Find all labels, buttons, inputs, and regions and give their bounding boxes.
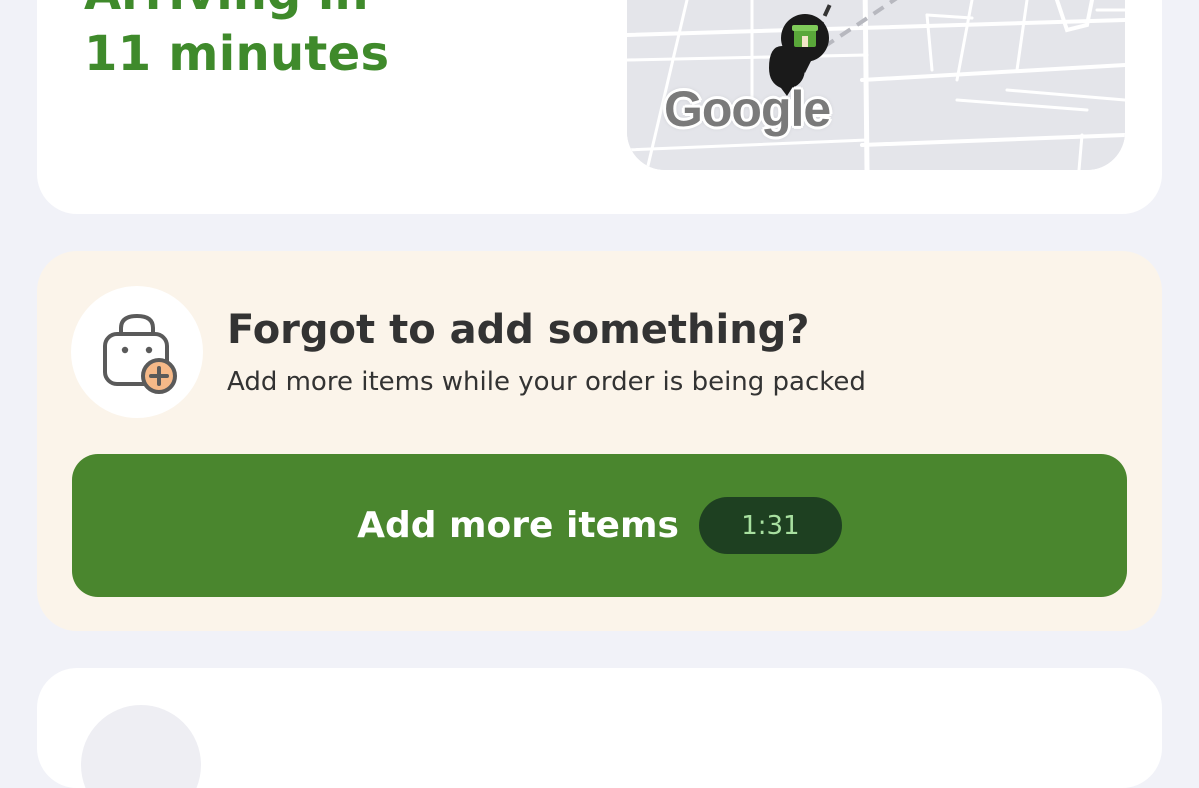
google-logo: Google: [664, 81, 831, 137]
add-items-card: Forgot to add something? Add more items …: [37, 251, 1162, 631]
countdown-timer: 1:31: [698, 497, 842, 554]
bag-plus-icon: [103, 313, 177, 394]
map-view[interactable]: Google: [627, 0, 1125, 170]
promo-subtitle: Add more items while your order is being…: [227, 367, 866, 397]
avatar: [81, 705, 201, 788]
next-card: [37, 668, 1162, 788]
promo-title: Forgot to add something?: [227, 307, 810, 353]
eta-label: Arriving in: [84, 0, 369, 21]
add-more-items-label: Add more items: [357, 505, 679, 546]
eta-card: Arriving in 11 minutes: [37, 0, 1162, 214]
bag-plus-icon-container: [71, 286, 203, 418]
eta-time: 11 minutes: [84, 26, 390, 82]
add-more-items-button[interactable]: Add more items 1:31: [72, 454, 1127, 597]
